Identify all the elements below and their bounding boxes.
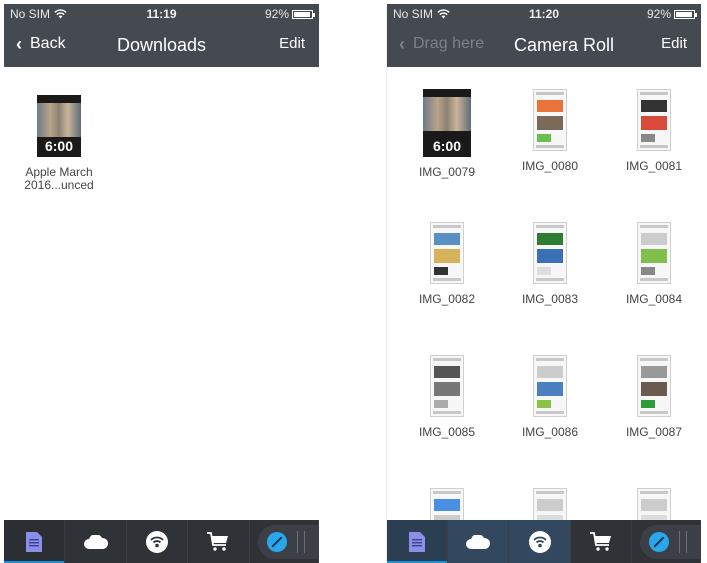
chevron-left-icon: ‹ [16, 34, 22, 54]
tab-cloud[interactable] [65, 520, 127, 563]
drag-handle[interactable] [296, 530, 305, 553]
tab-store[interactable] [188, 520, 250, 563]
video-thumbnail: 6:00 [37, 95, 81, 157]
tab-wifi[interactable] [509, 520, 571, 563]
screenshot-thumbnail [533, 355, 567, 417]
chevron-left-icon: ‹ [399, 34, 405, 54]
tab-wifi[interactable] [127, 520, 189, 563]
photo-item[interactable]: IMG_0084 [604, 222, 701, 306]
screenshot-thumbnail [430, 355, 464, 417]
file-name: IMG_0086 [521, 425, 579, 439]
video-thumbnail: 6:00 [423, 89, 471, 157]
photo-grid: 6:00 IMG_0079 IMG_0080 IMG_0081 IMG_0082 IMG_… [387, 67, 701, 520]
back-button[interactable]: ‹ Back [16, 35, 66, 53]
photo-item[interactable]: IMG_0083 [500, 222, 600, 306]
tab-bar [4, 520, 319, 563]
screenshot-thumbnail [533, 488, 567, 520]
file-grid: 6:00 Apple March 2016...unced [4, 67, 319, 520]
carrier-label: No SIM [10, 7, 51, 21]
compass-icon [266, 531, 287, 552]
header: No SIM 11:20 92% ‹ Drag here Camera Roll… [387, 4, 701, 67]
photo-item[interactable]: IMG_0081 [604, 89, 701, 173]
status-bar: No SIM 11:19 92% [4, 4, 319, 24]
file-item[interactable]: 6:00 Apple March 2016...unced [9, 95, 109, 192]
photo-item[interactable]: IMG_0087 [604, 355, 701, 439]
file-name: IMG_0085 [418, 425, 476, 439]
drag-handle[interactable] [678, 530, 687, 553]
file-name: IMG_0087 [625, 425, 683, 439]
video-duration: 6:00 [44, 138, 74, 154]
tab-documents[interactable] [4, 520, 66, 563]
screenshot-thumbnail [533, 222, 567, 284]
wifi-signal-icon [54, 9, 67, 19]
header: No SIM 11:19 92% ‹ Back Downloads Edit [4, 4, 319, 67]
wifi-signal-icon [437, 9, 450, 19]
file-name: IMG_0084 [625, 292, 683, 306]
document-icon [26, 531, 43, 552]
file-name: Apple March 2016...unced [24, 165, 94, 192]
tab-documents[interactable] [387, 520, 449, 563]
downloads-screen: No SIM 11:19 92% ‹ Back Downloads Edit 6… [4, 4, 319, 563]
photo-item[interactable] [397, 488, 497, 520]
screenshot-thumbnail [637, 222, 671, 284]
tab-cloud[interactable] [448, 520, 510, 563]
status-bar: No SIM 11:20 92% [387, 4, 701, 24]
navigation-bar: ‹ Back Downloads Edit [4, 24, 319, 67]
file-name: IMG_0082 [418, 292, 476, 306]
screenshot-thumbnail [637, 488, 671, 520]
compass-icon [648, 531, 669, 552]
file-name: IMG_0081 [625, 159, 683, 173]
photo-item[interactable]: IMG_0086 [500, 355, 600, 439]
cart-icon [589, 531, 611, 551]
video-duration: 6:00 [432, 138, 462, 154]
cart-icon [207, 531, 229, 551]
tab-store[interactable] [571, 520, 632, 563]
photo-item[interactable]: IMG_0085 [397, 355, 497, 439]
screenshot-thumbnail [637, 89, 671, 151]
edit-button[interactable]: Edit [279, 35, 305, 52]
document-icon [409, 531, 426, 552]
file-name: IMG_0083 [521, 292, 579, 306]
photo-item[interactable] [604, 488, 701, 520]
battery-icon [292, 9, 315, 19]
tab-bar [387, 520, 701, 563]
battery-icon [674, 9, 697, 19]
photo-item[interactable]: IMG_0080 [500, 89, 600, 173]
screenshot-thumbnail [533, 89, 567, 151]
edit-button[interactable]: Edit [661, 35, 687, 52]
battery-percent: 92% [646, 7, 671, 21]
battery-percent: 92% [264, 7, 289, 21]
navigation-bar: ‹ Drag here Camera Roll Edit [387, 24, 701, 67]
wifi-icon [528, 530, 551, 553]
file-name: IMG_0079 [418, 165, 476, 179]
photo-item[interactable] [500, 488, 600, 520]
cloud-icon [83, 534, 108, 549]
cloud-icon [466, 534, 491, 549]
photo-item[interactable]: 6:00 IMG_0079 [397, 89, 497, 179]
file-name: IMG_0080 [521, 159, 579, 173]
screenshot-thumbnail [637, 355, 671, 417]
tab-browser[interactable] [632, 520, 701, 563]
screenshot-thumbnail [430, 488, 464, 520]
tab-browser[interactable] [250, 520, 319, 563]
screenshot-thumbnail [430, 222, 464, 284]
drag-here-button[interactable]: ‹ Drag here [399, 35, 484, 53]
wifi-icon [146, 530, 169, 553]
camera-roll-screen: No SIM 11:20 92% ‹ Drag here Camera Roll… [386, 4, 701, 563]
photo-item[interactable]: IMG_0082 [397, 222, 497, 306]
carrier-label: No SIM [393, 7, 434, 21]
